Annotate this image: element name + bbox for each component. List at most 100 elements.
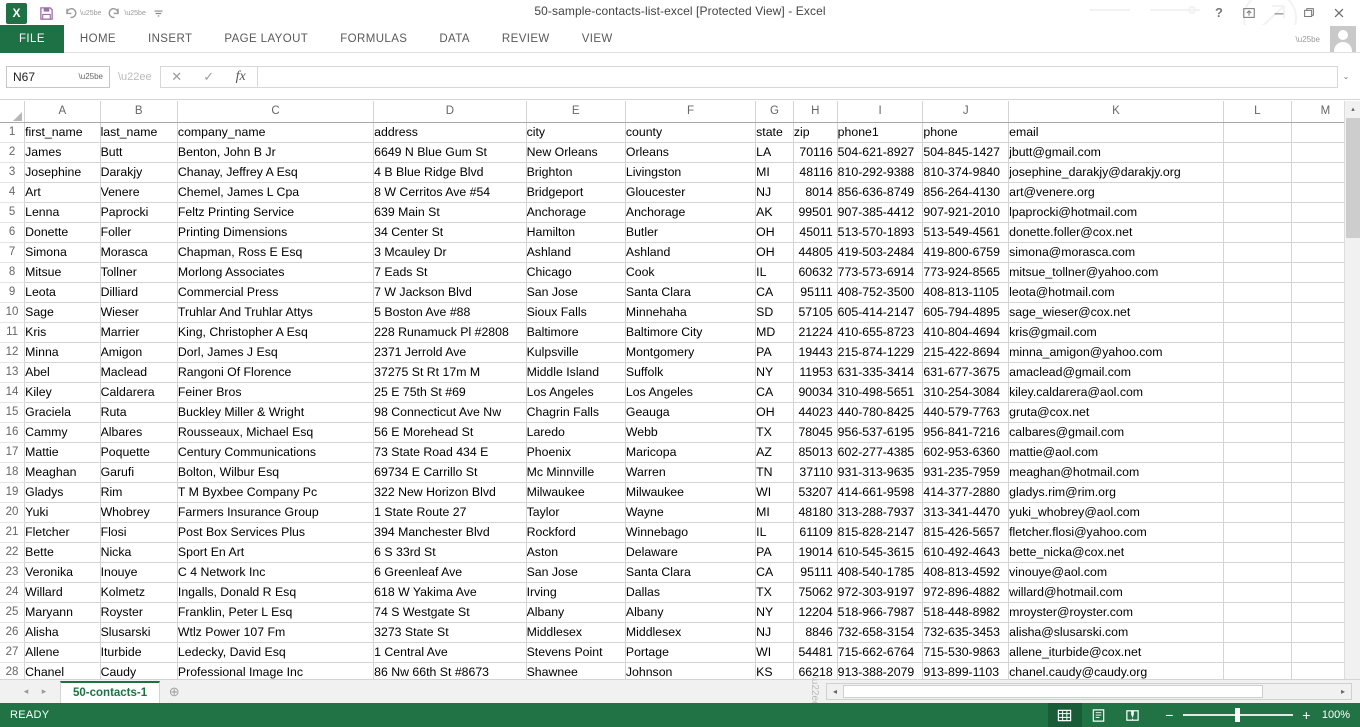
tab-insert[interactable]: INSERT bbox=[132, 25, 208, 53]
cell-L17[interactable] bbox=[1223, 442, 1292, 463]
cell-D13[interactable]: 37275 St Rt 17m M bbox=[373, 362, 527, 383]
cell-H22[interactable]: 19014 bbox=[793, 542, 838, 563]
previous-sheet-icon[interactable]: ◂ bbox=[18, 683, 34, 701]
cell-G20[interactable]: MI bbox=[755, 502, 794, 523]
restore-icon[interactable] bbox=[1294, 1, 1324, 25]
cell-C12[interactable]: Dorl, James J Esq bbox=[177, 342, 375, 363]
cell-D14[interactable]: 25 E 75th St #69 bbox=[373, 382, 527, 403]
cell-K19[interactable]: gladys.rim@rim.org bbox=[1008, 482, 1224, 503]
cell-K4[interactable]: art@venere.org bbox=[1008, 182, 1224, 203]
cell-L11[interactable] bbox=[1223, 322, 1292, 343]
cell-A25[interactable]: Maryann bbox=[24, 602, 101, 623]
tab-file[interactable]: FILE bbox=[0, 25, 64, 53]
cell-D16[interactable]: 56 E Morehead St bbox=[373, 422, 527, 443]
cell-B1[interactable]: last_name bbox=[100, 122, 178, 143]
cell-C14[interactable]: Feiner Bros bbox=[177, 382, 375, 403]
cell-D15[interactable]: 98 Connecticut Ave Nw bbox=[373, 402, 527, 423]
cell-B13[interactable]: Maclead bbox=[100, 362, 178, 383]
table-row[interactable]: 19 Gladys Rim T M Byxbee Company Pc 322 New … bbox=[0, 482, 1360, 503]
cell-D6[interactable]: 34 Center St bbox=[373, 222, 527, 243]
cell-J20[interactable]: 313-341-4470 bbox=[922, 502, 1010, 523]
cell-F7[interactable]: Ashland bbox=[625, 242, 757, 263]
cell-L14[interactable] bbox=[1223, 382, 1292, 403]
cell-D5[interactable]: 639 Main St bbox=[373, 202, 527, 223]
cell-K21[interactable]: fletcher.flosi@yahoo.com bbox=[1008, 522, 1224, 543]
cell-L23[interactable] bbox=[1223, 562, 1292, 583]
cell-J28[interactable]: 913-899-1103 bbox=[922, 662, 1010, 679]
cell-E26[interactable]: Middlesex bbox=[526, 622, 626, 643]
table-row[interactable]: 4 Art Venere Chemel, James L Cpa 8 W Cerrito… bbox=[0, 182, 1360, 203]
table-row[interactable]: 9 Leota Dilliard Commercial Press 7 W Jackso… bbox=[0, 282, 1360, 303]
cell-G26[interactable]: NJ bbox=[755, 622, 794, 643]
cell-D18[interactable]: 69734 E Carrillo St bbox=[373, 462, 527, 483]
row-header-16[interactable]: 16 bbox=[0, 422, 26, 443]
cell-L13[interactable] bbox=[1223, 362, 1292, 383]
cell-G25[interactable]: NY bbox=[755, 602, 794, 623]
cell-D10[interactable]: 5 Boston Ave #88 bbox=[373, 302, 527, 323]
cell-J24[interactable]: 972-896-4882 bbox=[922, 582, 1010, 603]
scroll-left-icon[interactable]: ◂ bbox=[827, 684, 843, 699]
cell-K22[interactable]: bette_nicka@cox.net bbox=[1008, 542, 1224, 563]
row-header-1[interactable]: 1 bbox=[0, 122, 26, 143]
cell-D26[interactable]: 3273 State St bbox=[373, 622, 527, 643]
cell-L6[interactable] bbox=[1223, 222, 1292, 243]
cell-C10[interactable]: Truhlar And Truhlar Attys bbox=[177, 302, 375, 323]
cell-J9[interactable]: 408-813-1105 bbox=[922, 282, 1010, 303]
cell-I21[interactable]: 815-828-2147 bbox=[837, 522, 924, 543]
cell-B16[interactable]: Albares bbox=[100, 422, 178, 443]
cell-C27[interactable]: Ledecky, David Esq bbox=[177, 642, 375, 663]
cell-F3[interactable]: Livingston bbox=[625, 162, 757, 183]
cell-I26[interactable]: 732-658-3154 bbox=[837, 622, 924, 643]
cell-K8[interactable]: mitsue_tollner@yahoo.com bbox=[1008, 262, 1224, 283]
cell-H7[interactable]: 44805 bbox=[793, 242, 838, 263]
cell-H3[interactable]: 48116 bbox=[793, 162, 838, 183]
cell-L21[interactable] bbox=[1223, 522, 1292, 543]
cell-I20[interactable]: 313-288-7937 bbox=[837, 502, 924, 523]
cell-I14[interactable]: 310-498-5651 bbox=[837, 382, 924, 403]
cell-K23[interactable]: vinouye@aol.com bbox=[1008, 562, 1224, 583]
cell-D1[interactable]: address bbox=[373, 122, 527, 143]
cell-I22[interactable]: 610-545-3615 bbox=[837, 542, 924, 563]
cell-B19[interactable]: Rim bbox=[100, 482, 178, 503]
cell-G17[interactable]: AZ bbox=[755, 442, 794, 463]
cell-K26[interactable]: alisha@slusarski.com bbox=[1008, 622, 1224, 643]
zoom-in-button[interactable]: + bbox=[1301, 707, 1312, 723]
cell-I11[interactable]: 410-655-8723 bbox=[837, 322, 924, 343]
cell-H26[interactable]: 8846 bbox=[793, 622, 838, 643]
cell-E5[interactable]: Anchorage bbox=[526, 202, 626, 223]
cell-D19[interactable]: 322 New Horizon Blvd bbox=[373, 482, 527, 503]
horizontal-scroll-thumb[interactable] bbox=[843, 685, 1263, 698]
cell-D4[interactable]: 8 W Cerritos Ave #54 bbox=[373, 182, 527, 203]
cell-J25[interactable]: 518-448-8982 bbox=[922, 602, 1010, 623]
cell-L10[interactable] bbox=[1223, 302, 1292, 323]
cell-H25[interactable]: 12204 bbox=[793, 602, 838, 623]
cell-G4[interactable]: NJ bbox=[755, 182, 794, 203]
cell-K2[interactable]: jbutt@gmail.com bbox=[1008, 142, 1224, 163]
cell-C17[interactable]: Century Communications bbox=[177, 442, 375, 463]
table-row[interactable]: 6 Donette Foller Printing Dimensions 34 Cent… bbox=[0, 222, 1360, 243]
cell-G1[interactable]: state bbox=[755, 122, 794, 143]
cell-E7[interactable]: Ashland bbox=[526, 242, 626, 263]
select-all-corner[interactable] bbox=[0, 101, 26, 123]
cell-A1[interactable]: first_name bbox=[24, 122, 101, 143]
cell-G18[interactable]: TN bbox=[755, 462, 794, 483]
cell-F9[interactable]: Santa Clara bbox=[625, 282, 757, 303]
cell-L20[interactable] bbox=[1223, 502, 1292, 523]
cell-B11[interactable]: Marrier bbox=[100, 322, 178, 343]
cell-L7[interactable] bbox=[1223, 242, 1292, 263]
cell-J1[interactable]: phone bbox=[922, 122, 1010, 143]
cell-A16[interactable]: Cammy bbox=[24, 422, 101, 443]
cell-D28[interactable]: 86 Nw 66th St #8673 bbox=[373, 662, 527, 679]
cell-B12[interactable]: Amigon bbox=[100, 342, 178, 363]
cell-H24[interactable]: 75062 bbox=[793, 582, 838, 603]
cell-A19[interactable]: Gladys bbox=[24, 482, 101, 503]
cell-F13[interactable]: Suffolk bbox=[625, 362, 757, 383]
cell-G27[interactable]: WI bbox=[755, 642, 794, 663]
cell-C23[interactable]: C 4 Network Inc bbox=[177, 562, 375, 583]
cell-F26[interactable]: Middlesex bbox=[625, 622, 757, 643]
cell-J22[interactable]: 610-492-4643 bbox=[922, 542, 1010, 563]
cell-E8[interactable]: Chicago bbox=[526, 262, 626, 283]
row-header-12[interactable]: 12 bbox=[0, 342, 26, 363]
cell-G6[interactable]: OH bbox=[755, 222, 794, 243]
cell-E18[interactable]: Mc Minnville bbox=[526, 462, 626, 483]
